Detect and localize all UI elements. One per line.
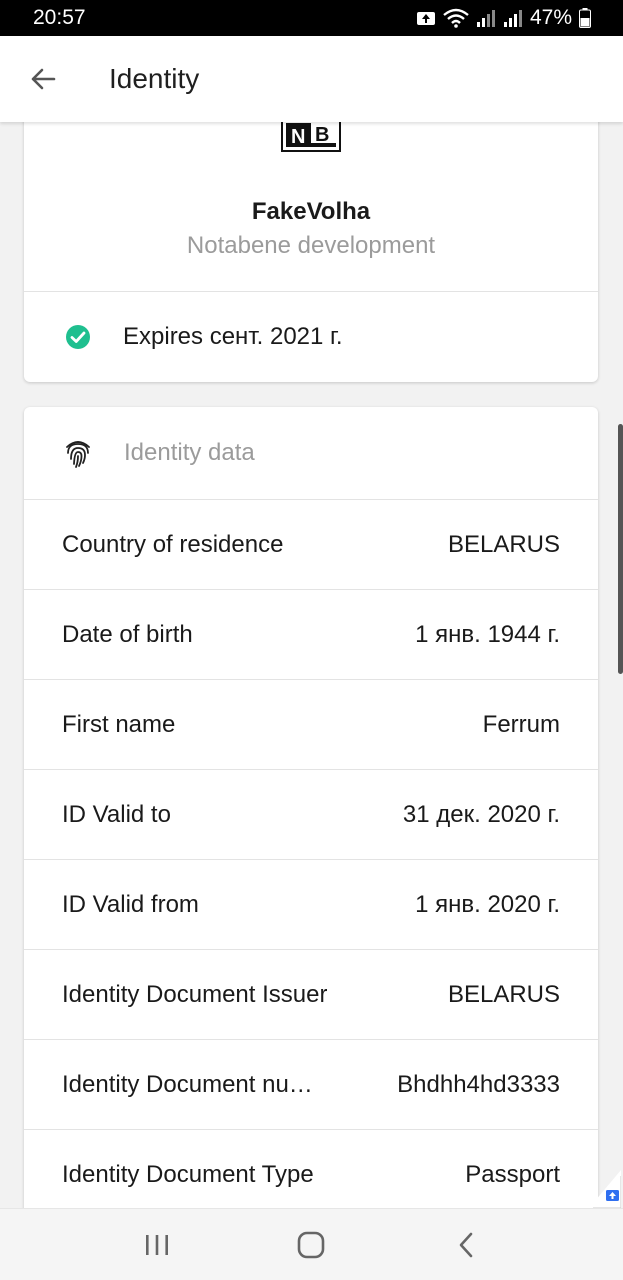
scrollbar-thumb[interactable] xyxy=(618,424,623,674)
row-label: Country of residence xyxy=(62,530,284,558)
recent-apps-icon xyxy=(146,1234,169,1255)
row-label: ID Valid from xyxy=(62,890,199,918)
list-item: Date of birth 1 янв. 1944 г. xyxy=(24,589,598,679)
scroll-content[interactable]: N B FakeVolha Notabene development Expir… xyxy=(0,122,623,1208)
list-item: Identity Document Type Passport xyxy=(24,1129,598,1208)
row-value: BELARUS xyxy=(447,980,560,1008)
row-value: Bhdhh4hd3333 xyxy=(397,1070,560,1098)
fingerprint-icon xyxy=(66,441,90,468)
row-label: Identity Document Type xyxy=(62,1160,314,1188)
expiry-row: Expires сент. 2021 г. xyxy=(24,292,598,382)
row-label: Date of birth xyxy=(62,620,193,648)
expiry-text: Expires сент. 2021 г. xyxy=(123,323,343,350)
list-item: ID Valid to 31 дек. 2020 г. xyxy=(24,769,598,859)
recent-apps-button[interactable] xyxy=(127,1215,187,1275)
signal-icon xyxy=(476,8,496,28)
list-item: First name Ferrum xyxy=(24,679,598,769)
row-value: BELARUS xyxy=(447,530,560,558)
system-back-button[interactable] xyxy=(436,1215,496,1275)
list-item: Country of residence BELARUS xyxy=(24,499,598,589)
svg-text:B: B xyxy=(315,124,329,146)
chevron-left-icon xyxy=(459,1232,473,1257)
notabene-logo: N B xyxy=(281,122,341,152)
row-value: 1 янв. 2020 г. xyxy=(415,890,560,918)
row-value: 1 янв. 1944 г. xyxy=(415,620,560,648)
battery-icon xyxy=(579,8,591,28)
identity-data-header: Identity data xyxy=(24,407,598,499)
back-button[interactable] xyxy=(21,57,65,101)
system-nav-bar xyxy=(0,1208,623,1280)
row-label: First name xyxy=(62,710,176,738)
list-item: ID Valid from 1 янв. 2020 г. xyxy=(24,859,598,949)
row-value: Passport xyxy=(465,1160,560,1188)
identity-data-title: Identity data xyxy=(124,439,255,466)
organization-subtitle: Notabene development xyxy=(186,232,436,259)
upload-icon xyxy=(416,10,436,26)
status-icons: 47% xyxy=(416,6,591,30)
page-title: Identity xyxy=(109,63,200,94)
status-time: 20:57 xyxy=(33,6,86,29)
row-label: ID Valid to xyxy=(62,800,171,828)
app-bar: Identity xyxy=(0,36,623,122)
organization-name: FakeVolha xyxy=(251,198,371,225)
list-item: Identity Document nu… Bhdhh4hd3333 xyxy=(24,1039,598,1129)
identity-data-list: Country of residence BELARUS Date of bir… xyxy=(24,499,598,1208)
organization-card: N B FakeVolha Notabene development Expir… xyxy=(24,122,598,382)
row-value: 31 дек. 2020 г. xyxy=(402,800,560,828)
list-item: Identity Document Issuer BELARUS xyxy=(24,949,598,1039)
arrow-back-icon xyxy=(31,68,56,90)
row-value: Ferrum xyxy=(482,710,560,738)
home-button[interactable] xyxy=(281,1215,341,1275)
svg-text:N: N xyxy=(291,126,305,148)
home-icon xyxy=(298,1231,325,1258)
corner-badge-icon[interactable] xyxy=(589,1170,621,1208)
signal-icon-2 xyxy=(503,8,523,28)
battery-percent: 47% xyxy=(529,6,572,29)
row-label: Identity Document nu… xyxy=(62,1070,313,1098)
wifi-icon xyxy=(443,8,469,28)
row-label: Identity Document Issuer xyxy=(62,980,328,1008)
identity-data-card: Identity data Country of residence BELAR… xyxy=(24,407,598,1208)
status-bar: 20:57 47% xyxy=(0,0,623,36)
check-circle-icon xyxy=(66,325,90,349)
